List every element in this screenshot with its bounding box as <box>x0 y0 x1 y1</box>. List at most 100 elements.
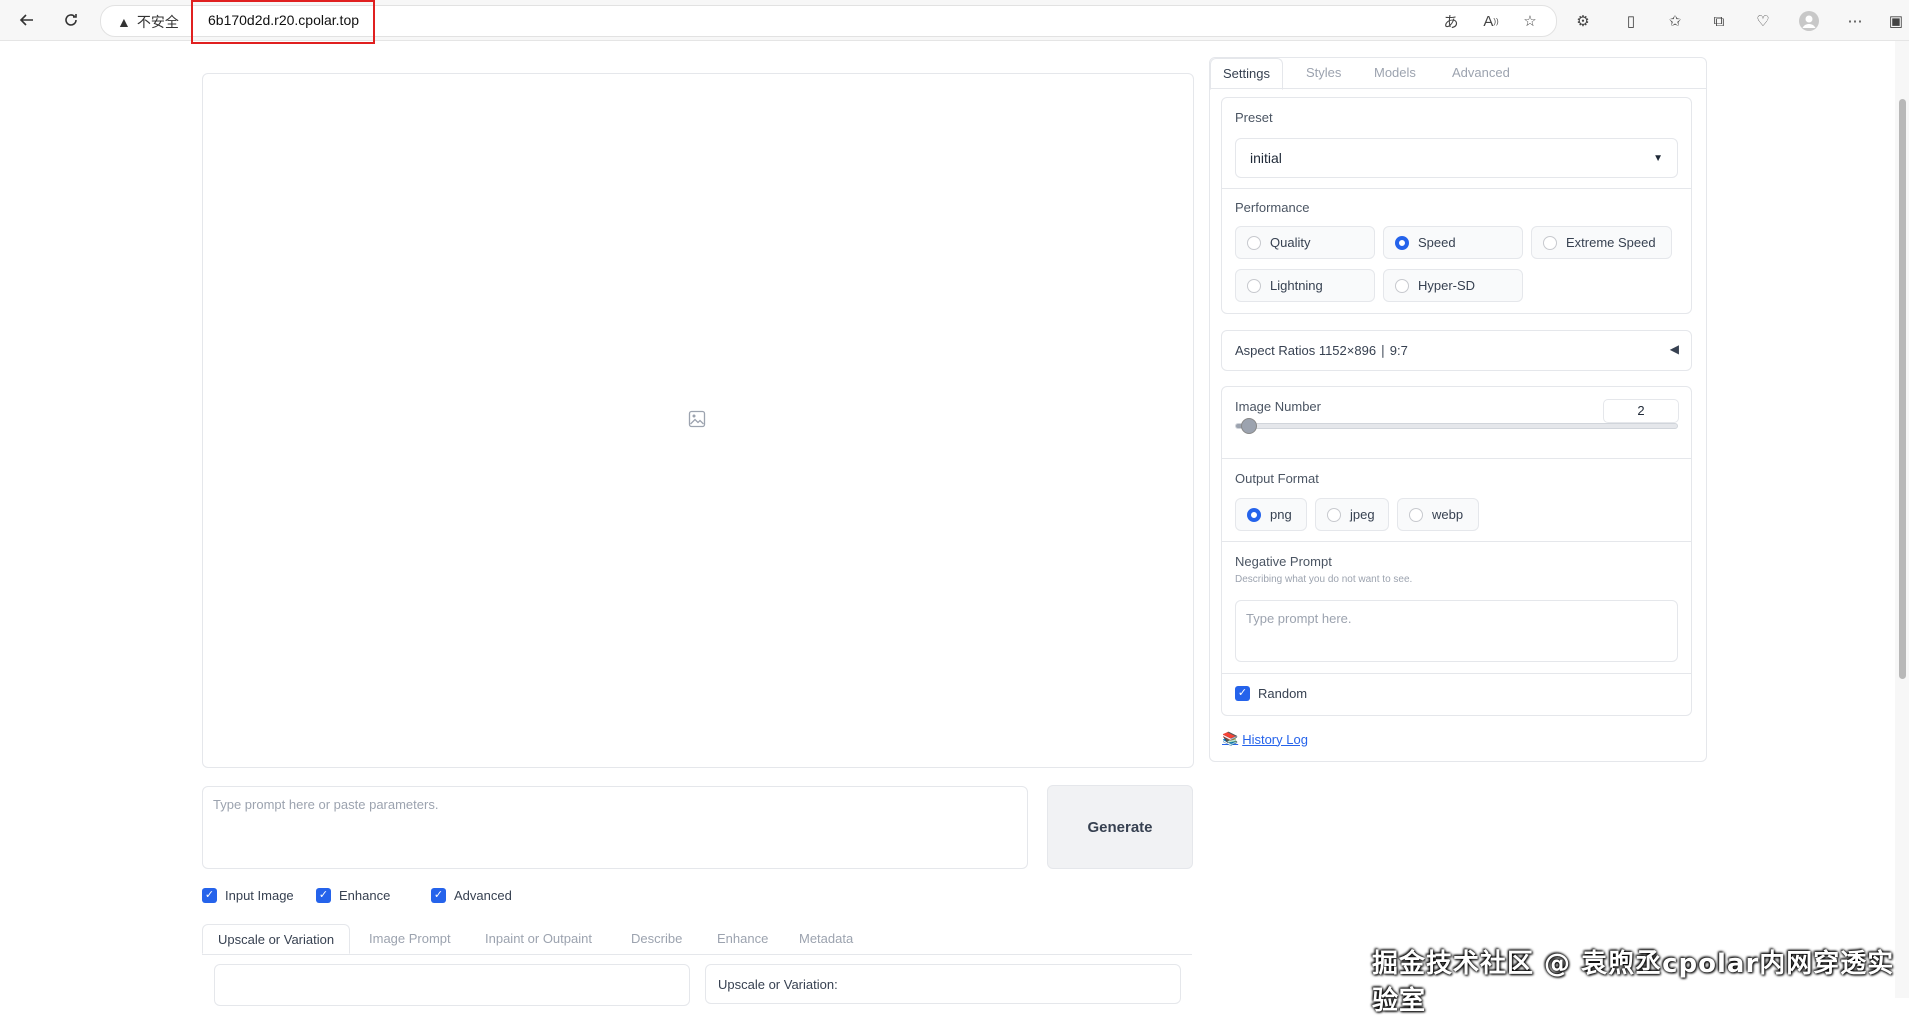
option-label: Hyper-SD <box>1418 278 1476 293</box>
books-icon: 📚 <box>1222 731 1239 746</box>
aspect-ratios-label: Aspect Ratios 1152×896 ∣ 9:7 <box>1235 343 1408 358</box>
image-number-slider[interactable] <box>1235 418 1678 434</box>
checkbox-label: Enhance <box>339 888 391 903</box>
generation-options-block: Image Number 2 Output Format png jpeg we… <box>1221 386 1692 716</box>
reload-icon <box>65 14 77 26</box>
image-number-input[interactable]: 2 <box>1603 399 1679 423</box>
extensions-icon[interactable]: ⚙ <box>1572 10 1594 32</box>
page-scrollbar[interactable] <box>1895 41 1909 998</box>
checkmark-icon: ✓ <box>316 888 331 903</box>
preset-label: Preset <box>1235 110 1273 125</box>
tab-settings[interactable]: Settings <box>1210 58 1283 90</box>
image-placeholder-icon <box>688 410 706 428</box>
divider <box>1222 458 1691 459</box>
aspect-ratios-accordion[interactable]: Aspect Ratios 1152×896 ∣ 9:7 ◀ <box>1221 330 1692 371</box>
negative-prompt-hint: Describing what you do not want to see. <box>1235 574 1413 585</box>
radio-icon <box>1327 507 1341 522</box>
random-checkbox[interactable]: ✓ Random <box>1235 686 1307 701</box>
input-tabs: Upscale or Variation Image Prompt Inpain… <box>202 924 1192 955</box>
advanced-checkbox[interactable]: ✓ Advanced <box>431 888 512 903</box>
collections-icon[interactable]: ⧉ <box>1708 10 1730 32</box>
reload-button[interactable] <box>59 8 83 32</box>
back-arrow-icon <box>19 14 33 26</box>
enhance-checkbox[interactable]: ✓ Enhance <box>316 888 390 903</box>
performance-hyper-sd[interactable]: Hyper-SD <box>1383 269 1523 302</box>
option-label: png <box>1270 507 1292 522</box>
tab-divider <box>1210 88 1706 89</box>
option-label: Speed <box>1418 235 1456 250</box>
split-screen-icon[interactable]: ▯ <box>1620 10 1642 32</box>
divider <box>1222 188 1691 189</box>
read-aloud-icon[interactable]: A)) <box>1480 10 1502 32</box>
tab-metadata[interactable]: Metadata <box>784 924 868 954</box>
performance-extreme-speed[interactable]: Extreme Speed <box>1531 226 1672 259</box>
tab-models[interactable]: Models <box>1362 58 1428 88</box>
security-indicator[interactable]: ▲ 不安全 <box>117 12 179 32</box>
prompt-placeholder: Type prompt here or paste parameters. <box>213 797 439 812</box>
tab-styles[interactable]: Styles <box>1294 58 1353 88</box>
checkbox-label: Random <box>1258 686 1308 701</box>
profile-avatar[interactable] <box>1798 10 1820 32</box>
divider <box>1222 673 1691 674</box>
format-png[interactable]: png <box>1235 498 1307 531</box>
generate-button[interactable]: Generate <box>1047 785 1193 869</box>
input-image-checkbox[interactable]: ✓ Input Image <box>202 888 294 903</box>
checkmark-icon: ✓ <box>1235 686 1250 701</box>
checkmark-icon: ✓ <box>202 888 217 903</box>
radio-icon <box>1395 278 1409 293</box>
option-label: jpeg <box>1350 507 1375 522</box>
radio-selected-icon <box>1247 507 1261 522</box>
negative-prompt-placeholder: Type prompt here. <box>1246 611 1352 626</box>
tab-enhance[interactable]: Enhance <box>702 924 783 954</box>
translate-icon[interactable]: あ <box>1440 10 1462 32</box>
performance-speed[interactable]: Speed <box>1383 226 1523 259</box>
negative-prompt-input[interactable]: Type prompt here. <box>1235 600 1678 662</box>
back-button[interactable] <box>15 8 39 32</box>
checkbox-label: Advanced <box>454 888 512 903</box>
performance-label: Performance <box>1235 200 1310 215</box>
watermark-text: 掘金技术社区 @ 袁煦丞cpolar内网穿透实验室 <box>1372 949 1895 1016</box>
upscale-label: Upscale or Variation: <box>718 977 838 992</box>
upscale-options: Upscale or Variation: <box>705 964 1181 1004</box>
option-label: Extreme Speed <box>1566 235 1656 250</box>
history-log-link[interactable]: 📚 History Log <box>1222 731 1308 747</box>
collapse-arrow-icon: ◀ <box>1669 342 1679 356</box>
history-log-label: History Log <box>1242 731 1308 747</box>
divider <box>1222 541 1691 542</box>
radio-icon <box>1247 278 1261 293</box>
performance-lightning[interactable]: Lightning <box>1235 269 1375 302</box>
tab-describe[interactable]: Describe <box>616 924 697 954</box>
radio-icon <box>1543 235 1557 250</box>
performance-quality[interactable]: Quality <box>1235 226 1375 259</box>
caret-down-icon: ▼ <box>1653 152 1663 164</box>
favorite-star-icon[interactable]: ☆ <box>1519 10 1541 32</box>
format-jpeg[interactable]: jpeg <box>1315 498 1389 531</box>
checkbox-label: Input Image <box>225 888 294 903</box>
scrollbar-thumb[interactable] <box>1899 99 1906 679</box>
prompt-input[interactable]: Type prompt here or paste parameters. <box>202 786 1028 869</box>
output-format-label: Output Format <box>1235 471 1319 486</box>
negative-prompt-label: Negative Prompt <box>1235 554 1332 569</box>
slider-knob[interactable] <box>1241 418 1258 434</box>
favorites-icon[interactable]: ✩ <box>1664 10 1686 32</box>
browser-essentials-icon[interactable]: ♡ <box>1752 10 1774 32</box>
upscale-image-input[interactable] <box>214 964 690 1006</box>
radio-selected-icon <box>1395 235 1409 250</box>
preset-select[interactable]: initial ▼ <box>1235 138 1678 178</box>
tab-image-prompt[interactable]: Image Prompt <box>354 924 466 954</box>
preset-performance-block: Preset initial ▼ Performance Quality Spe… <box>1221 97 1692 314</box>
tab-inpaint-or-outpaint[interactable]: Inpaint or Outpaint <box>470 924 607 954</box>
browser-toolbar: ▲ 不安全 6b170d2d.r20.cpolar.top あ A)) ☆ ⚙ … <box>0 0 1909 44</box>
url-text[interactable]: 6b170d2d.r20.cpolar.top <box>208 12 359 28</box>
sidebar-toggle-icon[interactable]: ▣ <box>1885 10 1907 32</box>
tab-upscale-or-variation[interactable]: Upscale or Variation <box>202 924 351 954</box>
preset-value: initial <box>1250 150 1282 166</box>
tab-advanced[interactable]: Advanced <box>1440 58 1522 88</box>
option-label: Quality <box>1270 235 1311 250</box>
more-menu-icon[interactable]: ⋯ <box>1844 10 1866 32</box>
image-number-label: Image Number <box>1235 399 1321 414</box>
warning-icon: ▲ <box>117 14 131 30</box>
radio-icon <box>1247 235 1261 250</box>
format-webp[interactable]: webp <box>1397 498 1479 531</box>
checkmark-icon: ✓ <box>431 888 446 903</box>
